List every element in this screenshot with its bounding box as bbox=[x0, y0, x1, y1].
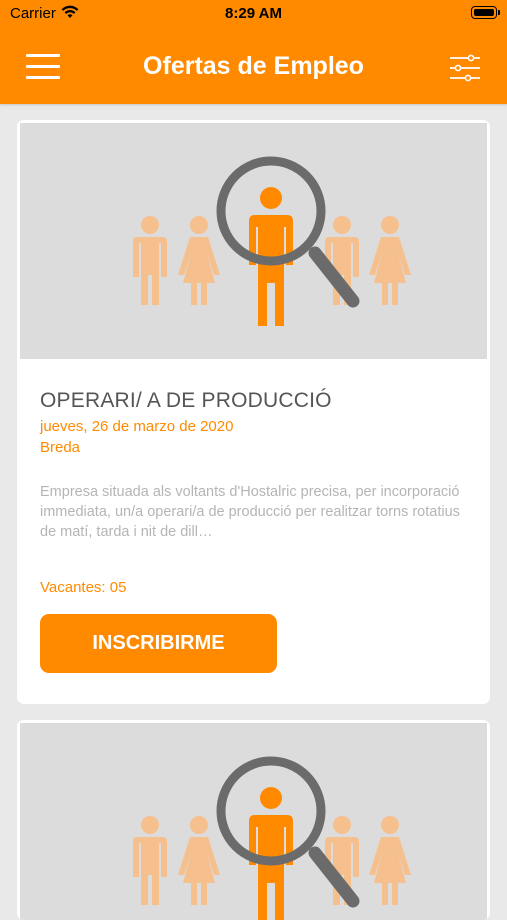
job-date: jueves, 26 de marzo de 2020 bbox=[40, 418, 234, 435]
job-search-illustration bbox=[20, 723, 487, 920]
job-title: OPERARI/ A DE PRODUCCIÓ bbox=[40, 389, 332, 412]
sliders-filter-icon[interactable] bbox=[449, 54, 481, 82]
job-image bbox=[20, 123, 487, 359]
navigation-bar: Ofertas de Empleo bbox=[0, 28, 507, 104]
job-search-illustration bbox=[20, 123, 487, 359]
clock: 8:29 AM bbox=[225, 5, 282, 22]
battery-icon bbox=[471, 6, 500, 19]
job-location: Breda bbox=[40, 439, 81, 456]
job-card[interactable] bbox=[17, 720, 490, 920]
apply-button[interactable]: INSCRIBIRME bbox=[40, 614, 277, 673]
page-title: Ofertas de Empleo bbox=[143, 52, 364, 80]
job-image bbox=[20, 723, 487, 920]
job-vacancies: Vacantes: 05 bbox=[40, 579, 127, 596]
status-bar: Carrier 8:29 AM bbox=[0, 0, 507, 28]
job-card[interactable]: OPERARI/ A DE PRODUCCIÓ jueves, 26 de ma… bbox=[17, 120, 490, 704]
job-description: Empresa situada als voltants d'Hostalric… bbox=[40, 484, 460, 540]
